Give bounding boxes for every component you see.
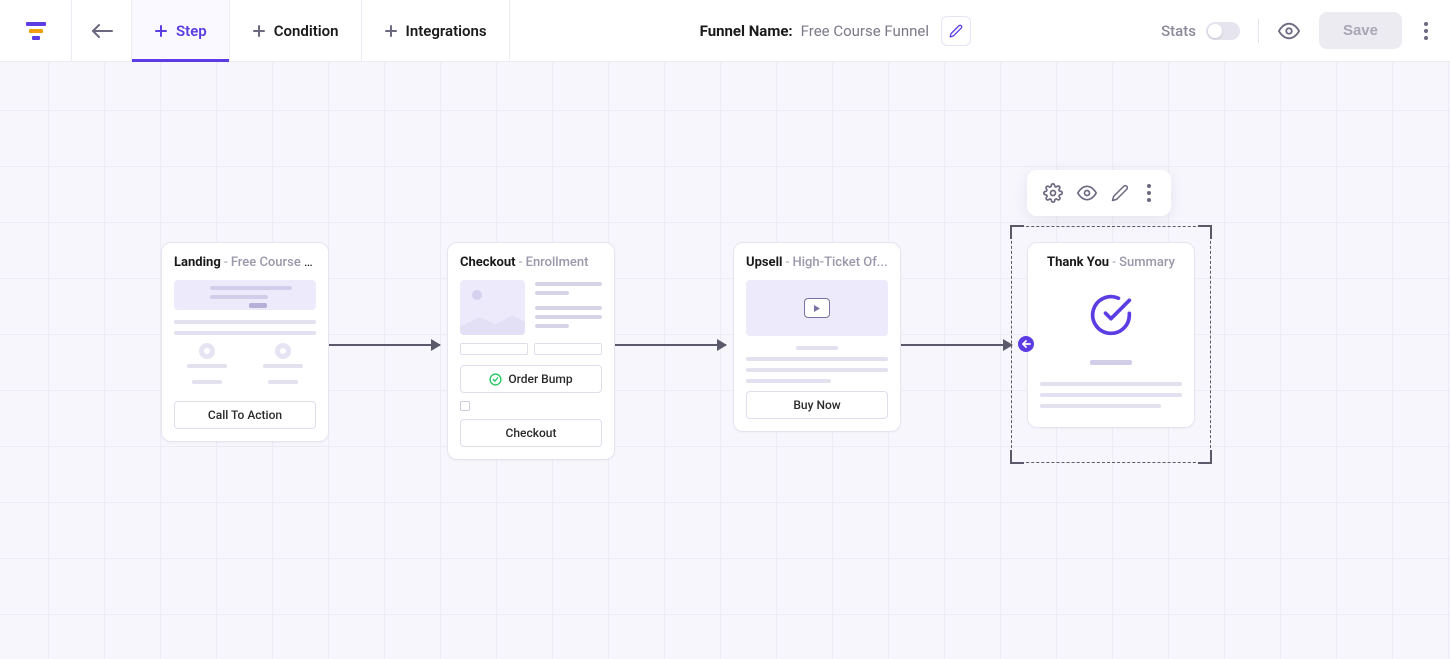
more-menu-button[interactable] xyxy=(1420,18,1432,44)
node-thankyou[interactable]: Thank You - Summary xyxy=(1027,242,1195,428)
thumbnail-video xyxy=(746,280,888,336)
eye-icon xyxy=(1077,183,1097,203)
action-tabs: Step Condition Integrations xyxy=(132,0,510,61)
placeholder-line xyxy=(1040,393,1182,397)
node-edit-button[interactable] xyxy=(1111,184,1129,202)
node-title: Upsell - High-Ticket Of... xyxy=(746,255,888,270)
stats-label: Stats xyxy=(1161,22,1196,40)
stats-toggle-wrap: Stats xyxy=(1161,22,1240,40)
gear-icon xyxy=(1043,183,1063,203)
app-logo[interactable] xyxy=(0,0,72,61)
tab-condition-label: Condition xyxy=(274,22,339,40)
play-icon xyxy=(804,298,830,318)
node-title: Landing - Free Course Of... xyxy=(174,255,316,270)
node-settings-button[interactable] xyxy=(1043,183,1063,203)
top-toolbar: Step Condition Integrations Funnel Name:… xyxy=(0,0,1450,62)
placeholder-line xyxy=(746,357,888,361)
connector-arrow[interactable] xyxy=(614,344,726,346)
node-title: Thank You - Summary xyxy=(1040,255,1182,270)
thumbnail-form xyxy=(460,280,602,335)
node-input-port[interactable] xyxy=(1018,336,1034,352)
tab-integrations-label: Integrations xyxy=(406,22,487,40)
funnel-name-value: Free Course Funnel xyxy=(801,22,929,40)
node-upsell[interactable]: Upsell - High-Ticket Of... Buy Now xyxy=(733,242,901,432)
check-circle-icon xyxy=(489,373,502,386)
eye-icon xyxy=(1278,20,1300,42)
save-button[interactable]: Save xyxy=(1319,12,1402,49)
edit-funnel-name-button[interactable] xyxy=(941,16,971,46)
tab-condition[interactable]: Condition xyxy=(230,0,362,61)
node-checkout[interactable]: Checkout - Enrollment Order Bump Checkou… xyxy=(447,242,615,460)
node-cta-button[interactable]: Checkout xyxy=(460,419,602,447)
placeholder-line xyxy=(1040,382,1182,386)
checkbox-placeholder xyxy=(460,401,470,411)
kebab-icon xyxy=(1143,180,1155,206)
plus-icon xyxy=(154,24,168,38)
back-button[interactable] xyxy=(72,0,132,61)
tab-integrations[interactable]: Integrations xyxy=(362,0,510,61)
divider xyxy=(1258,19,1259,43)
placeholder-line xyxy=(174,331,316,335)
stats-toggle[interactable] xyxy=(1206,22,1240,40)
connector-arrow[interactable] xyxy=(328,344,440,346)
node-context-toolbar xyxy=(1027,170,1171,216)
preview-button[interactable] xyxy=(1277,19,1301,43)
node-cta-button[interactable]: Buy Now xyxy=(746,391,888,419)
placeholder-line xyxy=(796,346,839,350)
thumbnail-hero xyxy=(174,280,316,310)
tab-step[interactable]: Step xyxy=(132,0,230,61)
success-check-icon xyxy=(1040,280,1182,350)
node-cta-button[interactable]: Call To Action xyxy=(174,401,316,429)
placeholder-line xyxy=(1090,360,1133,365)
funnel-title-area: Funnel Name: Free Course Funnel xyxy=(510,0,1161,61)
node-title: Checkout - Enrollment xyxy=(460,255,602,270)
pencil-icon xyxy=(1111,184,1129,202)
canvas[interactable]: Landing - Free Course Of... Call To Acti… xyxy=(0,62,1450,659)
connector-arrow[interactable] xyxy=(900,344,1012,346)
node-preview-button[interactable] xyxy=(1077,183,1097,203)
placeholder-line xyxy=(746,379,831,383)
thumbnail-features xyxy=(174,343,316,391)
order-bump-button[interactable]: Order Bump xyxy=(460,365,602,393)
placeholder-line xyxy=(746,368,888,372)
plus-icon xyxy=(384,24,398,38)
plus-icon xyxy=(252,24,266,38)
right-toolbar: Stats Save xyxy=(1161,0,1450,61)
pencil-icon xyxy=(949,24,963,38)
node-more-button[interactable] xyxy=(1143,180,1155,206)
placeholder-line xyxy=(174,320,316,324)
node-landing[interactable]: Landing - Free Course Of... Call To Acti… xyxy=(161,242,329,442)
placeholder-line xyxy=(1040,404,1161,408)
thumbnail-inputs xyxy=(460,343,602,355)
tab-step-label: Step xyxy=(176,22,207,40)
funnel-name-label: Funnel Name: xyxy=(700,22,793,40)
